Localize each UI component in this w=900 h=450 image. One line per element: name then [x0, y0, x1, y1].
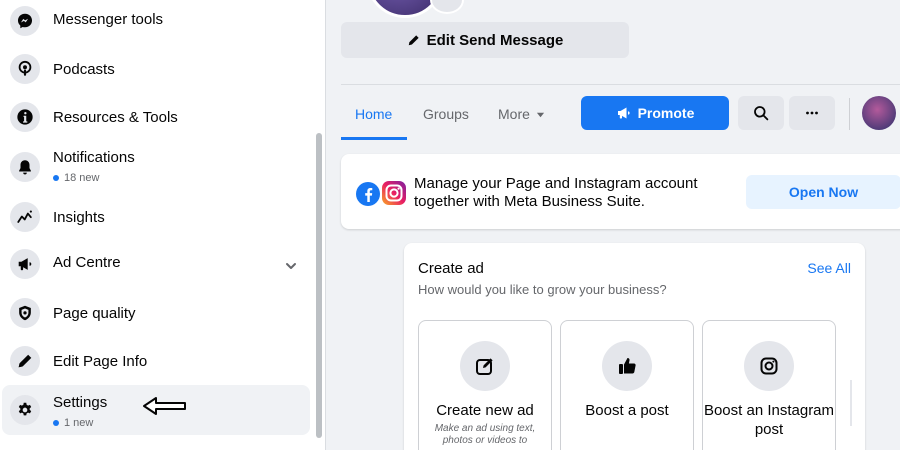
sidebar-item-label: Ad Centre [53, 254, 121, 271]
see-all-link[interactable]: See All [807, 260, 851, 276]
sidebar-item-label: Page quality [53, 305, 136, 322]
option-label: Boost a post [585, 402, 669, 419]
boost-post-option[interactable]: Boost a post [560, 320, 694, 450]
settings-count-text: 1 new [64, 417, 94, 429]
boost-instagram-post-option[interactable]: Boost an Instagram post [702, 320, 836, 450]
option-label: Boost an Instagram post [703, 402, 835, 438]
open-now-button[interactable]: Open Now [746, 175, 900, 209]
page-main: Edit Send Message Home Groups More Promo… [326, 0, 900, 450]
notification-count: 18 new [53, 172, 99, 184]
pencil-icon [408, 35, 419, 46]
profile-picture-camera-badge[interactable] [430, 0, 464, 14]
more-dots-icon [806, 111, 818, 115]
gear-icon [10, 395, 40, 425]
pencil-icon [10, 346, 40, 376]
promote-label: Promote [637, 105, 695, 121]
sidebar-item-label: Messenger tools [53, 11, 164, 28]
switch-profile-avatar[interactable] [862, 96, 896, 130]
megaphone-icon [10, 249, 40, 279]
tab-groups[interactable]: Groups [423, 90, 469, 138]
open-now-label: Open Now [788, 184, 859, 200]
insights-icon [10, 202, 40, 232]
create-ad-title: Create ad [418, 260, 484, 277]
sidebar-item-label: Edit Page Info [53, 353, 148, 370]
meta-business-suite-message: Manage your Page and Instagram account t… [414, 175, 698, 210]
bell-icon [10, 152, 40, 182]
sidebar-item-label: Notifications [53, 149, 135, 166]
option-description: Make an ad using text, photos or videos … [434, 423, 536, 446]
more-options-button[interactable] [789, 96, 835, 130]
sidebar-item-edit-page-info[interactable]: Edit Page Info [2, 339, 310, 383]
search-button[interactable] [738, 96, 784, 130]
tab-more[interactable]: More [498, 90, 545, 138]
page-sidebar: Messenger tools Podcasts Resources & Too… [0, 0, 326, 450]
sidebar-item-label: Resources & Tools [53, 109, 178, 126]
thumbs-up-icon [602, 341, 652, 391]
sidebar-item-insights[interactable]: Insights [2, 195, 310, 239]
sidebar-item-podcasts[interactable]: Podcasts [2, 47, 310, 91]
create-new-ad-option[interactable]: Create new ad Make an ad using text, pho… [418, 320, 552, 450]
notification-count-text: 18 new [64, 172, 100, 184]
sidebar-item-messenger-tools[interactable]: Messenger tools [2, 0, 310, 43]
sidebar-scrollbar-thumb[interactable] [316, 133, 322, 438]
options-scroll-indicator[interactable] [850, 380, 852, 426]
info-icon [10, 102, 40, 132]
search-icon [754, 106, 769, 121]
sidebar-item-ad-centre[interactable]: Ad Centre [2, 240, 310, 284]
create-ad-subtitle: How would you like to grow your business… [418, 282, 667, 297]
facebook-instagram-icon [356, 181, 406, 206]
page-tab-bar: Home Groups More Promote [341, 90, 900, 140]
tab-bar-separator [849, 98, 850, 130]
new-indicator-dot [53, 420, 59, 426]
sidebar-item-label: Settings [53, 394, 108, 411]
chevron-down-icon[interactable] [284, 259, 298, 273]
create-ad-card: Create ad How would you like to grow you… [404, 243, 865, 450]
edit-send-message-label: Edit Send Message [426, 31, 564, 49]
sidebar-item-label: Insights [53, 209, 105, 226]
edit-square-icon [460, 341, 510, 391]
tab-label: More [498, 106, 530, 122]
messenger-icon [10, 6, 40, 36]
meta-business-suite-banner: Manage your Page and Instagram account t… [341, 154, 900, 229]
sidebar-item-label: Podcasts [53, 61, 115, 78]
header-divider [341, 84, 900, 85]
sidebar-item-resources-tools[interactable]: Resources & Tools [2, 95, 310, 139]
pointer-arrow-icon [143, 397, 186, 415]
tab-label: Home [355, 106, 393, 122]
new-indicator-dot [53, 175, 59, 181]
podcast-icon [10, 54, 40, 84]
promote-button[interactable]: Promote [581, 96, 729, 130]
tab-label: Groups [423, 106, 469, 122]
megaphone-icon [617, 107, 630, 119]
tab-home[interactable]: Home [355, 90, 392, 138]
sidebar-item-page-quality[interactable]: Page quality [2, 291, 310, 335]
caret-down-icon [536, 112, 545, 117]
instagram-icon [744, 341, 794, 391]
settings-count: 1 new [53, 417, 93, 429]
sidebar-item-notifications[interactable]: Notifications 18 new [2, 143, 310, 191]
shield-icon [10, 298, 40, 328]
option-label: Create new ad [436, 402, 534, 419]
active-tab-indicator [341, 137, 407, 140]
edit-send-message-button[interactable]: Edit Send Message [341, 22, 629, 58]
